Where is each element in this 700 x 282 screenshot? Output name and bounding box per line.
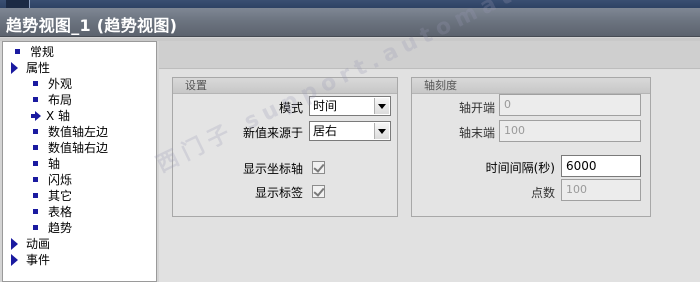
top-tab[interactable] [6,0,30,8]
tree-item[interactable]: 布局 [33,92,72,108]
points-label: 点数 [530,186,555,200]
mode-select[interactable]: 时间 [309,96,391,116]
bullet-icon [33,225,38,230]
tree-item[interactable]: 趋势 [33,220,72,236]
tree-item[interactable]: 闪烁 [33,172,72,188]
newvalue-select-value: 居右 [313,124,338,138]
tree-item-label: 动画 [26,237,51,251]
tree-item-label: 趋势 [48,221,73,235]
expand-arrow-icon[interactable] [11,253,18,266]
show-axis-label: 显示坐标轴 [242,162,303,176]
main-panel: 设置 模式 时间 新值来源于 居右 显示坐标轴 显示标签 轴刻度 轴开端 0 轴… [159,41,700,282]
tree-item-label: 属性 [26,61,51,75]
axis-end-label: 轴末端 [458,126,495,140]
newvalue-select[interactable]: 居右 [309,121,391,141]
tree-item[interactable]: 轴 [33,156,60,172]
top-tab-strip [0,0,700,8]
tree-item-label: 外观 [48,77,73,91]
bullet-icon [33,129,38,134]
bullet-icon [33,209,38,214]
tree-item[interactable]: 数值轴左边 [33,124,108,140]
title-bar: 趋势视图_1 (趋势视图) [0,8,700,37]
window-title: 趋势视图_1 (趋势视图) [6,16,178,35]
bullet-icon [33,81,38,86]
tree-item[interactable]: 其它 [33,188,72,204]
tree-item-label: 事件 [26,253,51,267]
bullet-icon [33,193,38,198]
bullet-icon [33,161,38,166]
tree-item[interactable]: 事件 [11,252,50,268]
expand-arrow-icon[interactable] [11,237,18,250]
time-interval-field[interactable]: 6000 [561,155,641,177]
axis-start-field[interactable]: 0 [499,94,641,116]
chevron-down-icon[interactable] [374,98,389,114]
mode-label: 模式 [278,101,303,115]
tree-item[interactable]: 表格 [33,204,72,220]
tree-item-label: 布局 [48,93,73,107]
tree-item[interactable]: 常规 [11,44,54,60]
show-axis-checkbox[interactable] [312,161,325,174]
tree-item-label: 闪烁 [48,173,73,187]
bullet-icon [33,177,38,182]
tree-item-label: 其它 [48,189,73,203]
tree-item-label: 表格 [48,205,73,219]
mode-select-value: 时间 [313,99,338,113]
selected-arrow-icon [31,110,41,121]
panel-header [159,41,700,69]
tree-item[interactable]: 属性 [11,60,50,76]
points-field[interactable]: 100 [561,179,641,201]
tree-item-label: 数值轴左边 [48,125,109,139]
chevron-down-icon[interactable] [374,123,389,139]
tree-item-label: X 轴 [46,109,71,123]
bullet-icon [33,97,38,102]
settings-group-title: 设置 [173,78,397,94]
time-interval-label: 时间间隔(秒) [485,161,555,175]
axis-start-label: 轴开端 [458,101,495,115]
expand-arrow-icon[interactable] [11,61,18,74]
tree-item-label: 常规 [30,45,55,59]
tree-item[interactable]: 动画 [11,236,50,252]
show-tags-label: 显示标签 [254,186,303,200]
tree-item-label: 数值轴右边 [48,141,109,155]
bullet-icon [15,49,20,54]
newvalue-label: 新值来源于 [242,126,303,140]
tree-item-label: 轴 [48,157,61,171]
axis-end-field[interactable]: 100 [499,120,641,142]
bullet-icon [33,145,38,150]
navigation-tree: 常规属性外观布局 X 轴数值轴左边数值轴右边轴闪烁其它表格趋势动画事件 [2,41,157,282]
tree-item[interactable]: 数值轴右边 [33,140,108,156]
tree-item[interactable]: X 轴 [31,108,70,124]
tree-item[interactable]: 外观 [33,76,72,92]
show-tags-checkbox[interactable] [312,185,325,198]
axis-scale-group-title: 轴刻度 [412,78,650,94]
